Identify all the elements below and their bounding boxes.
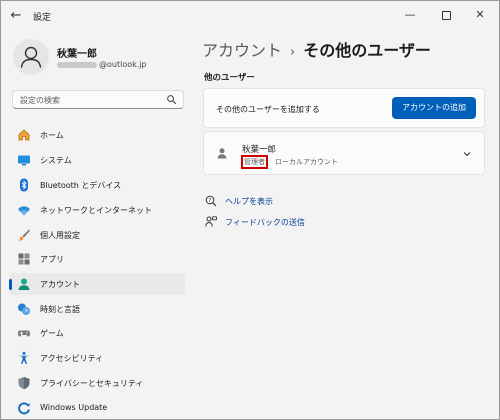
page-title: その他のユーザー	[303, 41, 431, 60]
sidebar-item-label: アクセシビリティ	[40, 354, 104, 363]
account-name: 秋葉一郎	[242, 145, 277, 155]
sidebar-item-windows-update[interactable]: Windows Update	[9, 397, 185, 419]
breadcrumb: アカウント › その他のユーザー	[202, 37, 431, 61]
shield-icon	[18, 377, 30, 390]
user-icon	[217, 148, 227, 159]
accessibility-icon	[19, 351, 29, 364]
sidebar-item-apps[interactable]: アプリ	[9, 248, 185, 270]
search-placeholder: 設定の検索	[20, 96, 60, 105]
bluetooth-icon	[20, 178, 28, 192]
breadcrumb-parent[interactable]: アカウント	[202, 41, 282, 60]
gaming-icon	[18, 330, 30, 337]
sidebar-item-label: アプリ	[40, 255, 64, 264]
help-icon: ?	[205, 195, 217, 207]
back-button[interactable]: ←	[7, 7, 25, 25]
sidebar-item-privacy[interactable]: プライバシーとセキュリティ	[9, 372, 185, 394]
add-account-button[interactable]: アカウントの追加	[392, 97, 476, 119]
active-indicator	[9, 279, 12, 290]
sidebar-item-label: 個人用設定	[40, 231, 80, 240]
sidebar-item-label: ゲーム	[40, 329, 64, 338]
apps-icon	[18, 253, 30, 265]
sidebar-item-bluetooth[interactable]: Bluetooth とデバイス	[9, 174, 185, 196]
sidebar-item-label: プライバシーとセキュリティ	[40, 379, 144, 388]
sidebar-item-label: Bluetooth とデバイス	[40, 181, 122, 190]
add-user-card: その他のユーザーを追加する アカウントの追加	[203, 88, 485, 128]
section-title: 他のユーザー	[204, 73, 255, 83]
sidebar-item-gaming[interactable]: ゲーム	[9, 322, 185, 344]
feedback-icon	[205, 216, 217, 227]
feedback-link[interactable]: フィードバックの送信	[225, 217, 305, 228]
sidebar-item-home[interactable]: ホーム	[9, 124, 185, 146]
sidebar-item-personalization[interactable]: 個人用設定	[9, 224, 185, 246]
chevron-down-icon[interactable]	[462, 149, 472, 159]
time-language-icon	[18, 303, 30, 315]
home-icon	[18, 129, 30, 141]
sidebar-item-accounts[interactable]: アカウント	[9, 273, 185, 295]
system-icon	[18, 155, 30, 166]
maximize-button[interactable]	[429, 1, 463, 31]
personalization-icon	[18, 229, 30, 241]
person-icon	[20, 46, 42, 68]
network-icon	[18, 206, 30, 216]
user-email-domain: @outlook.jp	[99, 60, 147, 69]
close-button[interactable]: ✕	[463, 1, 497, 31]
sidebar-item-time-language[interactable]: 時刻と言語	[9, 298, 185, 320]
account-type: ローカルアカウント	[275, 158, 338, 166]
sidebar-item-label: ホーム	[40, 131, 64, 140]
user-name: 秋葉一郎	[57, 49, 97, 60]
title-bar: ← 設定 — ✕	[1, 1, 499, 31]
sidebar-item-label: 時刻と言語	[40, 305, 80, 314]
minimize-button[interactable]: —	[393, 1, 427, 31]
sidebar-item-label: システム	[40, 156, 72, 165]
sidebar-item-accessibility[interactable]: アクセシビリティ	[9, 347, 185, 369]
help-link[interactable]: ヘルプを表示	[225, 196, 273, 207]
sidebar-item-label: アカウント	[40, 280, 80, 289]
settings-window: ← 設定 — ✕ 秋葉一郎 @outlook.jp 設定の検索 ホーム システム…	[0, 0, 500, 420]
sidebar-item-system[interactable]: システム	[9, 149, 185, 171]
user-email: @outlook.jp	[57, 60, 147, 69]
sidebar-item-label: ネットワークとインターネット	[40, 206, 152, 215]
sidebar-item-network[interactable]: ネットワークとインターネット	[9, 199, 185, 221]
email-redaction	[57, 61, 97, 68]
avatar[interactable]	[13, 39, 49, 75]
account-entry[interactable]: 秋葉一郎 管理者 ローカルアカウント	[203, 131, 485, 175]
app-title: 設定	[33, 13, 52, 23]
add-user-text: その他のユーザーを追加する	[216, 105, 320, 114]
accounts-icon	[18, 278, 30, 290]
account-role-badge: 管理者	[241, 155, 268, 169]
search-input[interactable]: 設定の検索	[12, 90, 184, 109]
svg-text:?: ?	[208, 198, 211, 204]
breadcrumb-separator: ›	[290, 45, 296, 60]
sidebar-item-label: Windows Update	[40, 403, 108, 412]
maximize-icon	[441, 10, 451, 20]
search-icon	[167, 95, 177, 105]
windows-update-icon	[18, 402, 30, 415]
